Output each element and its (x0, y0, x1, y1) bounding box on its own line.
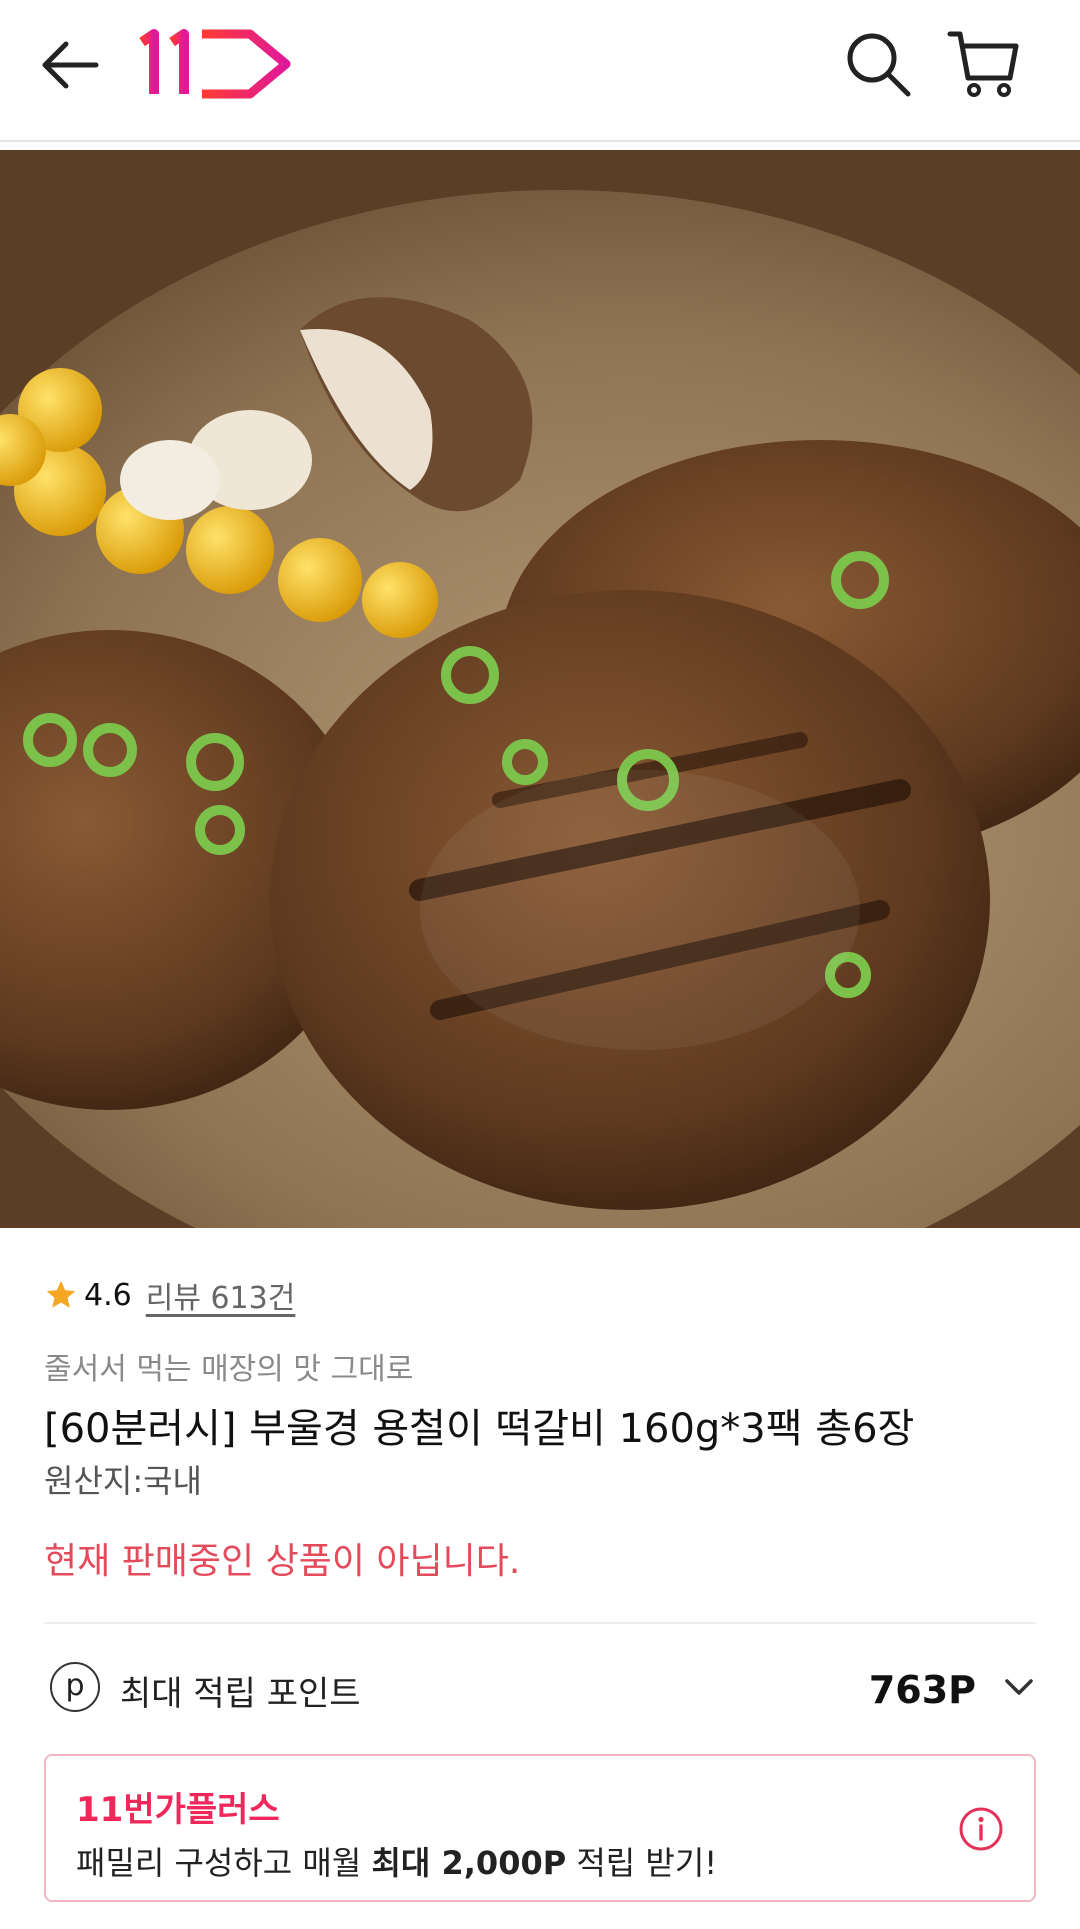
plus-title: 11번가플러스 (76, 1790, 280, 1830)
point-icon: p (50, 1662, 100, 1712)
eleven-plus-banner[interactable]: 11번가플러스 패밀리 구성하고 매월 최대 2,000P 적립 받기! (44, 1754, 1036, 1902)
points-value: 763P (868, 1668, 976, 1712)
rating-row: 4.6 리뷰 613건 (44, 1270, 295, 1320)
plus-description: 패밀리 구성하고 매월 최대 2,000P 적립 받기! (76, 1838, 717, 1884)
cart-icon[interactable] (946, 26, 1022, 102)
review-count-link[interactable]: 리뷰 613건 (146, 1273, 296, 1317)
points-label: 최대 적립 포인트 (120, 1674, 361, 1714)
rating-score: 4.6 (84, 1277, 132, 1313)
info-icon[interactable] (958, 1806, 1004, 1852)
11st-logo[interactable] (138, 24, 298, 104)
chevron-down-icon[interactable] (1002, 1670, 1036, 1704)
max-points-row[interactable]: p 최대 적립 포인트 763P (44, 1656, 1036, 1720)
top-header (0, 0, 1080, 142)
plus-desc-suffix: 적립 받기! (566, 1844, 718, 1882)
product-origin: 원산지:국내 (44, 1462, 202, 1500)
plus-desc-bold: 최대 2,000P (371, 1844, 567, 1882)
product-title: [60분러시] 부울경 용철이 떡갈비 160g*3팩 총6장 (44, 1406, 915, 1452)
product-photo-tteokgalbi (0, 150, 1080, 1228)
product-image-gallery[interactable] (0, 150, 1080, 1228)
star-icon (46, 1280, 76, 1308)
back-arrow-icon[interactable] (36, 30, 106, 100)
plus-desc-prefix: 패밀리 구성하고 매월 (76, 1844, 372, 1882)
search-icon[interactable] (842, 28, 914, 100)
product-subtitle: 줄서서 먹는 매장의 맛 그대로 (44, 1352, 414, 1387)
sale-status-text: 현재 판매중인 상품이 아닙니다. (44, 1541, 521, 1582)
section-divider (44, 1622, 1036, 1624)
